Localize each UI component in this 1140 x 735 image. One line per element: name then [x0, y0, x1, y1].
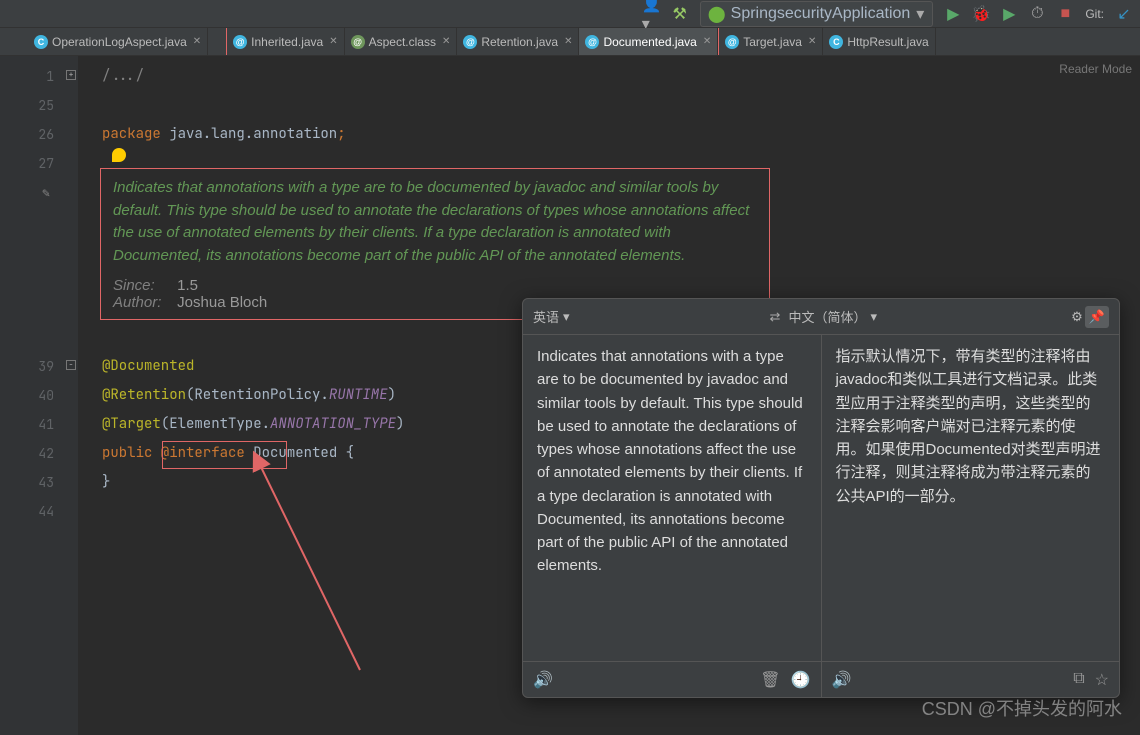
spring-icon: ⬤	[709, 6, 725, 22]
close-icon[interactable]: ✕	[329, 36, 337, 47]
target-lang-selector[interactable]: 中文（简体）▾	[788, 307, 877, 326]
chevron-down-icon: ▾	[870, 309, 877, 325]
hammer-icon[interactable]: ⚒	[672, 6, 688, 22]
chevron-down-icon: ▾	[563, 309, 570, 325]
author-value: Joshua Bloch	[177, 294, 267, 311]
close-icon[interactable]: ✕	[442, 36, 450, 47]
translator-header: 英语▾ ⇄ 中文（简体）▾ ⚙ 📌	[523, 299, 1119, 335]
tab-inherited[interactable]: @ Inherited.java ✕	[227, 28, 344, 55]
run-config-label: SpringsecurityApplication	[731, 5, 911, 23]
tab-label: HttpResult.java	[847, 35, 928, 49]
editor-tabs: C OperationLogAspect.java ✕ @ Inherited.…	[0, 28, 1140, 56]
source-lang-selector[interactable]: 英语▾	[533, 307, 570, 326]
gear-icon[interactable]: ⚙	[1069, 309, 1085, 325]
coverage-icon[interactable]: ▶	[1001, 6, 1017, 22]
annotation-highlight	[162, 441, 287, 469]
debug-icon[interactable]: 🐞	[973, 6, 989, 22]
class-file-icon: @	[351, 35, 365, 49]
java-file-icon: @	[233, 35, 247, 49]
intention-bulb-icon[interactable]	[112, 148, 126, 162]
close-icon[interactable]: ✕	[564, 36, 572, 47]
speaker-icon[interactable]: 🔊	[533, 670, 553, 690]
java-file-icon: @	[725, 35, 739, 49]
main-toolbar: 👤▾ ⚒ ⬤ SpringsecurityApplication ▾ ▶ 🐞 ▶…	[0, 0, 1140, 28]
javadoc-text: Indicates that annotations with a type a…	[113, 177, 757, 267]
tab-target[interactable]: @ Target.java ✕	[719, 28, 823, 55]
tab-documented[interactable]: @ Documented.java ✕	[579, 28, 718, 55]
tab-label: OperationLogAspect.java	[52, 35, 187, 49]
fold-icon[interactable]: +	[66, 70, 76, 80]
trash-icon[interactable]: 🗑	[760, 670, 780, 690]
tab-label: Retention.java	[481, 35, 558, 49]
java-file-icon: @	[585, 35, 599, 49]
author-label: Author:	[113, 294, 173, 311]
translator-source-text[interactable]: Indicates that annotations with a type a…	[523, 335, 821, 661]
translator-target-text: 指示默认情况下，带有类型的注释将由javadoc和类似工具进行文档记录。此类型应…	[821, 335, 1120, 661]
tab-operationlogaspect[interactable]: C OperationLogAspect.java ✕	[28, 28, 208, 55]
chevron-down-icon: ▾	[916, 4, 924, 24]
fold-icon[interactable]: −	[66, 360, 76, 370]
close-icon[interactable]: ✕	[703, 36, 711, 47]
close-icon[interactable]: ✕	[808, 36, 816, 47]
swap-icon[interactable]: ⇄	[770, 309, 781, 325]
user-icon[interactable]: 👤▾	[644, 6, 660, 22]
pin-icon[interactable]: 📌	[1085, 306, 1109, 328]
watermark: CSDN @不掉头发的阿水	[922, 695, 1122, 721]
java-file-icon: C	[829, 35, 843, 49]
translator-popup: 英语▾ ⇄ 中文（简体）▾ ⚙ 📌 Indicates that annotat…	[522, 298, 1120, 698]
git-update-icon[interactable]: ↙	[1116, 6, 1132, 22]
java-file-icon: @	[463, 35, 477, 49]
history-icon[interactable]: 🕘	[791, 670, 811, 690]
run-config-selector[interactable]: ⬤ SpringsecurityApplication ▾	[700, 1, 934, 27]
folded-region[interactable]: /.../	[102, 67, 144, 85]
tab-label: Inherited.java	[251, 35, 323, 49]
run-icon[interactable]: ▶	[945, 6, 961, 22]
tab-label: Target.java	[743, 35, 802, 49]
stop-icon[interactable]: ■	[1057, 6, 1073, 22]
tab-retention[interactable]: @ Retention.java ✕	[457, 28, 579, 55]
line-gutter: 1+ 25 26 27 ✎ 39− 40 41 42 43 44	[0, 56, 78, 735]
tab-httpresult[interactable]: C HttpResult.java	[823, 28, 935, 55]
star-icon[interactable]: ☆	[1095, 670, 1109, 690]
since-value: 1.5	[177, 277, 198, 294]
java-file-icon: C	[34, 35, 48, 49]
tab-aspect[interactable]: @ Aspect.class ✕	[345, 28, 458, 55]
profile-icon[interactable]: ⏱	[1029, 6, 1045, 22]
edit-icon[interactable]: ✎	[42, 178, 50, 207]
tab-label: Documented.java	[603, 35, 696, 49]
tab-label: Aspect.class	[369, 35, 436, 49]
git-label: Git:	[1085, 7, 1104, 21]
copy-icon[interactable]: ⧉	[1073, 670, 1084, 690]
speaker-icon[interactable]: 🔊	[832, 670, 852, 690]
since-label: Since:	[113, 277, 173, 294]
close-icon[interactable]: ✕	[193, 36, 201, 47]
